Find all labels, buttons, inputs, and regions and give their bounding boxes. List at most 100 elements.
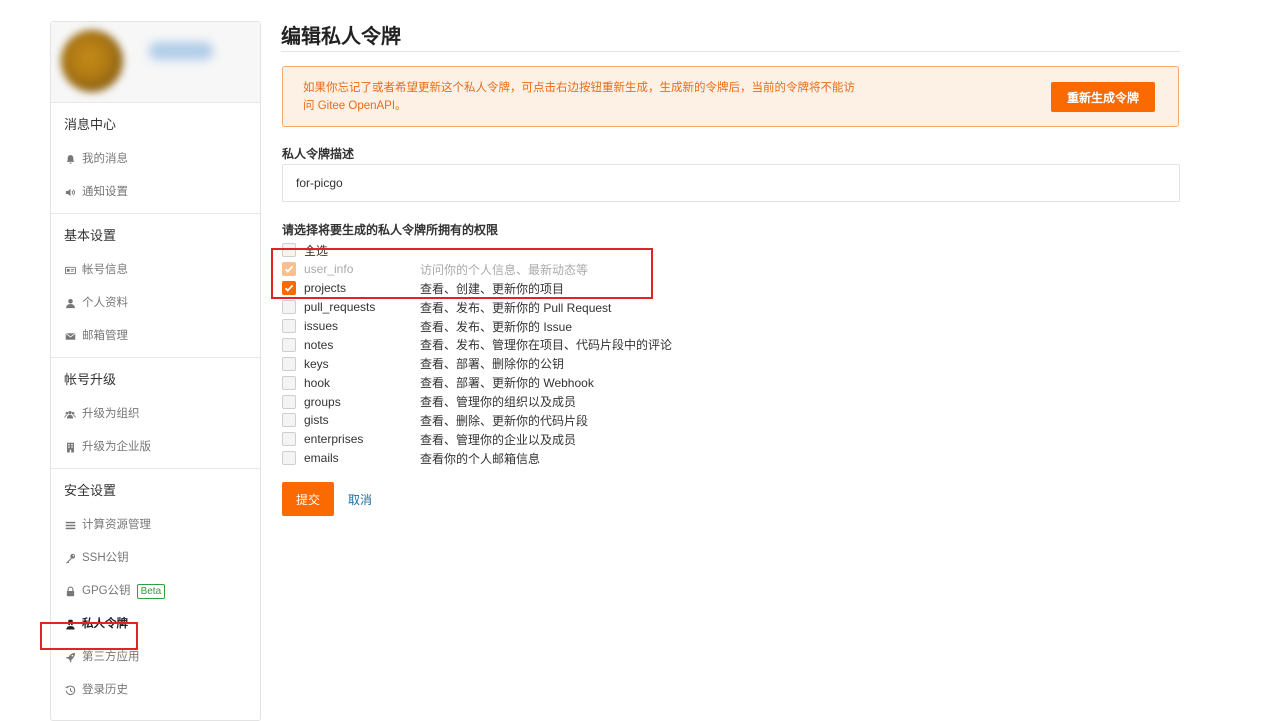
permissions-label: 请选择将要生成的私人令牌所拥有的权限: [282, 223, 499, 237]
permission-row-gists: gists 查看、删除、更新你的代码片段: [282, 411, 672, 430]
sidebar-item-label: 第三方应用: [82, 651, 140, 663]
divider: [281, 51, 1180, 52]
permission-name: hook: [304, 375, 331, 390]
sidebar-item-notification-settings[interactable]: 通知设置: [51, 176, 260, 209]
permission-checkbox[interactable]: [282, 262, 296, 277]
sidebar-item-label: SSH公钥: [82, 552, 129, 564]
permission-name: pull_requests: [304, 300, 376, 315]
permission-row-pull-requests: pull_requests 查看、发布、更新你的 Pull Request: [282, 298, 672, 317]
permission-name: emails: [304, 451, 339, 466]
permission-name: user_info: [304, 262, 354, 277]
submit-button[interactable]: 提交: [282, 482, 334, 516]
permission-name: projects: [304, 281, 347, 296]
permission-checkbox[interactable]: [282, 375, 296, 390]
bell-icon: [64, 154, 76, 166]
permission-row-hook: hook 查看、部署、更新你的 Webhook: [282, 373, 672, 392]
list-icon: [64, 520, 76, 532]
permission-row-notes: notes 查看、发布、管理你在项目、代码片段中的评论: [282, 335, 672, 354]
sidebar-item-account-info[interactable]: 帐号信息: [51, 254, 260, 287]
sidebar-item-upgrade-enterprise[interactable]: 升级为企业版: [51, 431, 260, 464]
sidebar-item-label: 升级为组织: [82, 408, 140, 420]
sidebar-item-login-history[interactable]: 登录历史: [51, 674, 260, 707]
permission-row-user-info: user_info 访问你的个人信息、最新动态等: [282, 260, 672, 279]
notice-text: 如果你忘记了或者希望更新这个私人令牌，可点击右边按钮重新生成，生成新的令牌后，当…: [303, 79, 953, 115]
history-icon: [64, 685, 76, 697]
permission-description: 查看、管理你的组织以及成员: [420, 395, 577, 410]
permission-description: 查看、发布、更新你的 Issue: [420, 319, 573, 334]
permission-row-emails: emails 查看你的个人邮箱信息: [282, 449, 672, 468]
speaker-icon: [64, 187, 76, 199]
cancel-link[interactable]: 取消: [348, 491, 372, 508]
sidebar-item-upgrade-org[interactable]: 升级为组织: [51, 398, 260, 431]
sidebar-item-label: 我的消息: [82, 153, 128, 165]
settings-sidebar: 消息中心 我的消息 通知设置 基本设置 帐号信息 个人资料 邮箱管理 帐号升级 …: [50, 21, 261, 721]
permission-row-keys: keys 查看、部署、删除你的公钥: [282, 354, 672, 373]
section-title: 安全设置: [64, 483, 117, 498]
regenerate-token-button[interactable]: 重新生成令牌: [1051, 82, 1155, 112]
section-title: 消息中心: [64, 117, 117, 132]
sidebar-item-label: GPG公钥: [82, 585, 131, 597]
select-all-label: 全选: [304, 243, 329, 258]
permission-description: 查看、创建、更新你的项目: [420, 281, 565, 296]
sidebar-item-personal-tokens[interactable]: 私人令牌: [51, 608, 260, 641]
section-title: 基本设置: [64, 228, 117, 243]
sidebar-item-third-party-apps[interactable]: 第三方应用: [51, 641, 260, 674]
sidebar-item-label: 邮箱管理: [82, 330, 128, 342]
sidebar-item-ssh-keys[interactable]: SSH公钥: [51, 542, 260, 575]
token-description-label: 私人令牌描述: [282, 147, 355, 161]
permission-checkbox[interactable]: [282, 281, 296, 296]
permission-checkbox[interactable]: [282, 432, 296, 447]
permission-description: 访问你的个人信息、最新动态等: [420, 262, 589, 277]
permission-description: 查看你的个人邮箱信息: [420, 451, 541, 466]
permissions-list: 全选 user_info 访问你的个人信息、最新动态等 projects 查看、…: [282, 241, 672, 468]
avatar[interactable]: [61, 30, 123, 92]
lock-icon: [64, 586, 76, 598]
sidebar-item-label: 计算资源管理: [82, 519, 151, 531]
permission-description: 查看、删除、更新你的代码片段: [420, 413, 589, 428]
envelope-icon: [64, 331, 76, 343]
permission-checkbox[interactable]: [282, 337, 296, 352]
permission-checkbox[interactable]: [282, 319, 296, 333]
notice-line-2: 问 Gitee OpenAPI。: [303, 100, 407, 112]
permission-checkbox[interactable]: [282, 394, 296, 409]
permission-row-issues: issues 查看、发布、更新你的 Issue: [282, 317, 672, 336]
rocket-icon: [64, 652, 76, 664]
permission-name: gists: [304, 413, 329, 428]
permission-name: keys: [304, 356, 329, 371]
permission-checkbox[interactable]: [282, 300, 296, 315]
permission-description: 查看、发布、管理你在项目、代码片段中的评论: [420, 338, 673, 353]
user-secret-icon: [64, 619, 76, 631]
permission-description: 查看、部署、删除你的公钥: [420, 357, 565, 372]
user-icon: [64, 298, 76, 310]
username[interactable]: [149, 42, 213, 60]
sidebar-item-label: 私人令牌: [82, 618, 128, 630]
select-all-checkbox[interactable]: [282, 243, 296, 258]
permission-checkbox[interactable]: [282, 451, 296, 466]
permission-description: 查看、发布、更新你的 Pull Request: [420, 300, 612, 315]
sidebar-item-email[interactable]: 邮箱管理: [51, 320, 260, 353]
token-description-input[interactable]: [282, 164, 1180, 202]
permission-name: notes: [304, 337, 334, 352]
sidebar-section-messages: 消息中心 我的消息 通知设置: [51, 103, 260, 214]
users-icon: [64, 409, 76, 421]
section-title: 帐号升级: [64, 372, 117, 387]
permission-row-enterprises: enterprises 查看、管理你的企业以及成员: [282, 430, 672, 449]
sidebar-item-my-messages[interactable]: 我的消息: [51, 143, 260, 176]
profile-card: [51, 22, 260, 103]
page-title: 编辑私人令牌: [281, 26, 401, 48]
permission-checkbox[interactable]: [282, 356, 296, 371]
permission-row-groups: groups 查看、管理你的组织以及成员: [282, 392, 672, 411]
notice-line-1: 如果你忘记了或者希望更新这个私人令牌，可点击右边按钮重新生成，生成新的令牌后，当…: [303, 82, 855, 94]
permission-description: 查看、部署、更新你的 Webhook: [420, 376, 594, 391]
sidebar-item-label: 登录历史: [82, 684, 128, 696]
sidebar-item-compute-resources[interactable]: 计算资源管理: [51, 509, 260, 542]
sidebar-item-label: 帐号信息: [82, 264, 128, 276]
sidebar-item-profile[interactable]: 个人资料: [51, 287, 260, 320]
key-icon: [64, 553, 76, 565]
beta-badge: Beta: [136, 584, 166, 599]
sidebar-section-security: 安全设置 计算资源管理 SSH公钥 GPG公钥 Beta 私人令牌 第三方应用 …: [51, 469, 260, 711]
permission-checkbox[interactable]: [282, 413, 296, 428]
permission-name: enterprises: [304, 432, 364, 447]
sidebar-item-label: 通知设置: [82, 186, 128, 198]
sidebar-item-gpg-keys[interactable]: GPG公钥 Beta: [51, 575, 260, 608]
